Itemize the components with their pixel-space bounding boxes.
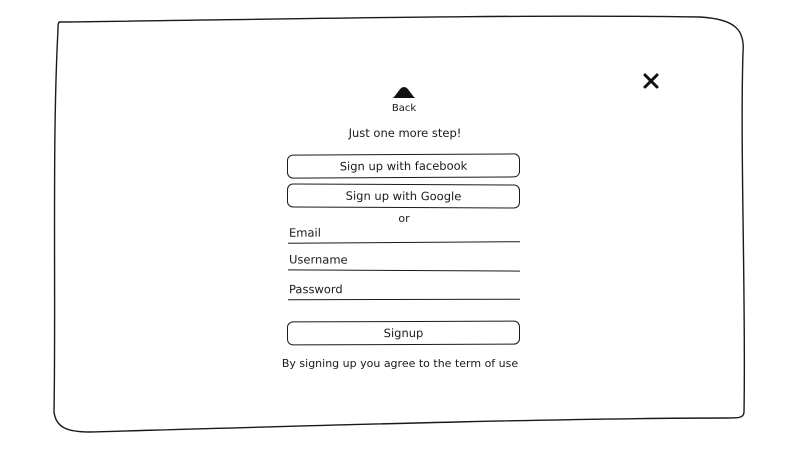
- close-button[interactable]: [636, 66, 666, 96]
- triangle-up-icon: [393, 87, 415, 98]
- email-field[interactable]: [287, 222, 521, 244]
- password-field[interactable]: [287, 279, 521, 301]
- signup-facebook-button[interactable]: Sign up with facebook: [286, 153, 521, 179]
- back-label[interactable]: Back: [380, 103, 428, 114]
- signup-button[interactable]: Signup: [286, 320, 521, 346]
- terms-text: By signing up you agree to the term of u…: [281, 357, 519, 370]
- signup-google-button[interactable]: Sign up with Google: [286, 183, 521, 209]
- signup-facebook-label: Sign up with facebook: [339, 158, 468, 174]
- username-field[interactable]: [287, 250, 521, 272]
- signup-label: Signup: [383, 325, 424, 341]
- close-icon: [643, 73, 659, 89]
- back-button[interactable]: [390, 84, 418, 100]
- signup-google-label: Sign up with Google: [345, 188, 462, 204]
- page-title: Just one more step!: [348, 126, 462, 140]
